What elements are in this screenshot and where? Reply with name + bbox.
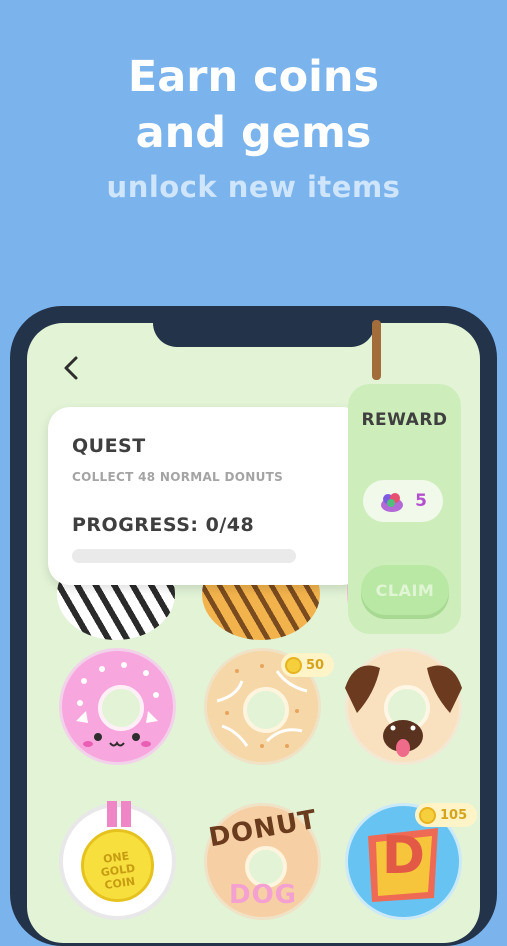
back-button[interactable] <box>57 353 87 383</box>
donut-gold-coin[interactable]: ONE GOLD COIN <box>59 801 176 920</box>
price-badge: 105 <box>415 803 478 827</box>
gem-reward-pill: 5 <box>363 480 443 522</box>
pug-face-icon <box>345 665 462 757</box>
quest-progress-label: PROGRESS: 0/48 <box>72 514 255 536</box>
reward-title: REWARD <box>361 410 448 430</box>
price-value: 105 <box>440 807 468 823</box>
gem-count: 5 <box>415 491 427 511</box>
super-d-letter: D <box>381 826 426 886</box>
donut-donut-dog[interactable]: DONUT DOG <box>204 803 321 920</box>
price-value: 50 <box>306 657 325 673</box>
quest-card: QUEST COLLECT 48 NORMAL DONUTS PROGRESS:… <box>48 407 364 585</box>
quest-title: QUEST <box>72 435 146 457</box>
bunny-face-icon <box>76 662 159 747</box>
promo-headline-line1: Earn coins <box>127 52 380 102</box>
gem-icon <box>381 493 404 512</box>
reward-hanger <box>372 320 381 380</box>
coin-icon <box>285 656 302 674</box>
donut-dog-bottom-text: DOG <box>228 880 298 910</box>
promo-subline: unlock new items <box>106 170 401 204</box>
quest-description: COLLECT 48 NORMAL DONUTS <box>72 470 284 484</box>
price-badge: 50 <box>281 653 335 677</box>
donut-pink-bunny[interactable] <box>59 648 176 765</box>
promo-headline-line2: and gems <box>135 108 372 158</box>
quest-progress-bar <box>72 549 296 563</box>
coin-icon <box>419 806 436 824</box>
donut-pug[interactable] <box>345 648 462 765</box>
reward-panel: REWARD 5 CLAIM <box>348 384 461 634</box>
chevron-left-icon <box>64 356 78 380</box>
phone-notch <box>153 323 375 347</box>
claim-button[interactable]: CLAIM <box>361 565 449 615</box>
coin-text: ONE GOLD COIN <box>99 849 137 892</box>
